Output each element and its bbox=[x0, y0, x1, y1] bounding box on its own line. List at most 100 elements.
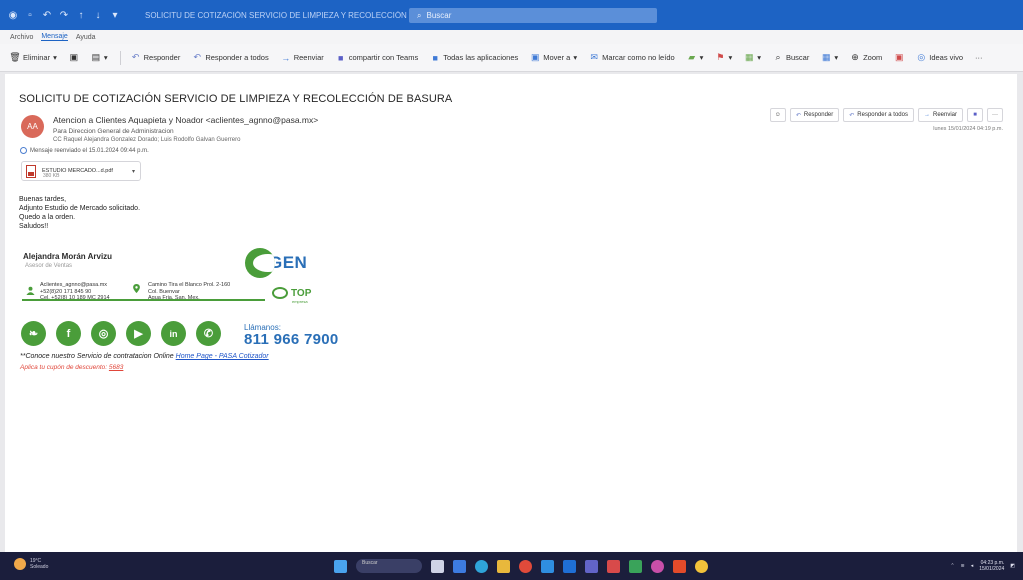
reply-action-button[interactable]: ↶ Responder bbox=[789, 108, 840, 122]
message-date: lunes 15/01/2024 04:19 p.m. bbox=[933, 126, 1003, 132]
maximize-icon[interactable] bbox=[979, 8, 987, 16]
system-tray: ⌃ ≋ ◂ 04:23 p.m. 15/01/2024 ◩ bbox=[950, 560, 1015, 572]
policy-button[interactable]: ▦ ▾ bbox=[744, 52, 761, 63]
promo-text: **Conoce nuestro Servicio de contratacio… bbox=[20, 353, 176, 360]
promo-link[interactable]: Home Page - PASA Cotizador bbox=[176, 353, 269, 360]
contact-email[interactable]: Aclientes_agnno@pasa.mx bbox=[40, 282, 110, 289]
chevron-down-icon: ▾ bbox=[728, 53, 733, 62]
call-number[interactable]: 811 966 7900 bbox=[244, 331, 339, 348]
volume-icon[interactable]: ◂ bbox=[971, 563, 974, 569]
mark-unread-button[interactable]: ✉ Marcar como no leído bbox=[589, 52, 674, 63]
outlook-logo-icon: ◉ bbox=[8, 9, 18, 21]
save-icon[interactable]: ▫ bbox=[25, 10, 35, 21]
report-button[interactable]: ▤ ▾ bbox=[91, 52, 108, 63]
whatsapp-icon[interactable]: ✆ bbox=[196, 321, 221, 346]
leaf-icon[interactable]: ❧ bbox=[21, 321, 46, 346]
wifi-icon[interactable]: ≋ bbox=[961, 563, 965, 569]
attachment-size: 380 KB bbox=[43, 173, 60, 179]
reply-all-icon: ↶ bbox=[849, 112, 855, 119]
tag-icon: ▰ bbox=[688, 52, 696, 62]
minimize-icon[interactable] bbox=[957, 8, 965, 16]
reading-pane: SOLICITU DE COTIZACIÓN SERVICIO DE LIMPI… bbox=[5, 74, 1017, 552]
taskbar-search[interactable]: Buscar bbox=[356, 559, 422, 573]
widgets-icon[interactable] bbox=[453, 559, 466, 573]
notification-icon[interactable]: ◩ bbox=[1010, 563, 1015, 569]
forward-button[interactable]: → Reenviar bbox=[281, 53, 324, 63]
forward-action-button[interactable]: → Reenviar bbox=[917, 108, 963, 122]
move-icon: ▣ bbox=[531, 52, 540, 62]
tab-archivo[interactable]: Archivo bbox=[10, 34, 33, 41]
taskview-icon[interactable] bbox=[431, 559, 444, 573]
tab-ayuda[interactable]: Ayuda bbox=[76, 34, 96, 41]
app-icon[interactable] bbox=[607, 559, 620, 573]
youtube-icon[interactable]: ▶ bbox=[126, 321, 151, 346]
app-icon[interactable] bbox=[695, 559, 708, 573]
chevron-up-icon[interactable]: ⌃ bbox=[950, 563, 954, 569]
facebook-icon[interactable]: f bbox=[56, 321, 81, 346]
instagram-icon[interactable]: ◎ bbox=[91, 321, 116, 346]
chevron-down-icon: ▾ bbox=[834, 53, 839, 62]
weather-widget[interactable]: 19°C Soleado bbox=[14, 558, 48, 570]
all-apps-button[interactable]: ■ Todas las aplicaciones bbox=[430, 52, 519, 63]
cc-line[interactable]: CC Raquel Alejandra Gonzalez Dorado; Lui… bbox=[53, 137, 240, 143]
translate-button[interactable]: ▦ ▾ bbox=[821, 52, 839, 63]
app-icon[interactable] bbox=[673, 559, 686, 573]
reply-all-action-button[interactable]: ↶ Responder a todos bbox=[843, 108, 914, 122]
up-icon[interactable]: ↑ bbox=[76, 10, 86, 21]
coupon-code[interactable]: 5683 bbox=[109, 364, 123, 371]
windows-start-icon[interactable] bbox=[334, 559, 347, 573]
recipient-line[interactable]: Para Direccion General de Administracion bbox=[53, 128, 174, 135]
zoom-button[interactable]: ⊕ Zoom bbox=[850, 52, 882, 63]
apps-icon: ■ bbox=[432, 52, 438, 63]
linkedin-icon[interactable]: in bbox=[161, 321, 186, 346]
app-icon[interactable] bbox=[629, 559, 642, 573]
reply-all-button[interactable]: ↶ Responder a todos bbox=[192, 52, 269, 63]
chrome-icon[interactable] bbox=[519, 559, 532, 573]
sender-line[interactable]: Atencion a Clientes Aquapieta y Noador <… bbox=[53, 115, 318, 125]
ideas-button[interactable]: ◎ Ideas vivo bbox=[916, 52, 963, 63]
address-line: Camino Tira el Blanco Prol. 2-160 bbox=[148, 282, 231, 288]
teams-action-button[interactable]: ■ bbox=[967, 108, 983, 122]
outlook-icon[interactable] bbox=[563, 559, 576, 573]
lightbulb-icon: ◎ bbox=[917, 52, 926, 62]
chevron-down-icon: ▾ bbox=[573, 53, 578, 62]
customize-icon[interactable]: ▾ bbox=[110, 10, 120, 21]
more-actions-button[interactable]: ··· bbox=[987, 108, 1003, 122]
report-icon: ▤ bbox=[91, 52, 101, 62]
attachment-card[interactable]: ESTUDIO MERCADO...d.pdf 380 KB ▾ bbox=[21, 161, 141, 181]
signature-name: Alejandra Morán Arvizu bbox=[23, 252, 113, 261]
emoji-button[interactable]: ☺ bbox=[769, 108, 786, 122]
immersive-reader-button[interactable]: ▣ bbox=[894, 52, 904, 63]
body-line: Buenas tardes, bbox=[19, 196, 67, 203]
close-icon[interactable] bbox=[1001, 8, 1009, 16]
more-button[interactable]: ··· bbox=[975, 53, 983, 62]
sender-avatar[interactable]: AA bbox=[21, 115, 44, 138]
reply-button[interactable]: ↶ Responder bbox=[131, 52, 180, 63]
call-block: Llámanos: 811 966 7900 bbox=[244, 323, 339, 348]
categorize-button[interactable]: ▰ ▾ bbox=[687, 52, 703, 63]
move-button[interactable]: ▣ Mover a ▾ bbox=[530, 52, 578, 63]
find-button[interactable]: ⌕ Buscar bbox=[773, 52, 809, 63]
down-icon[interactable]: ↓ bbox=[93, 10, 103, 21]
archive-button[interactable]: ▣ bbox=[69, 52, 79, 63]
policy-icon: ▦ bbox=[744, 52, 754, 62]
redo-icon[interactable]: ↷ bbox=[59, 10, 69, 21]
share-teams-button[interactable]: ■ compartir con Teams bbox=[336, 53, 418, 63]
chevron-down-icon[interactable]: ▾ bbox=[132, 168, 135, 175]
taskbar-apps: Buscar bbox=[334, 559, 708, 573]
edge-icon[interactable] bbox=[475, 559, 488, 573]
delete-button[interactable]: 🗑 Eliminar ▾ bbox=[9, 52, 57, 63]
app-icon[interactable] bbox=[651, 559, 664, 573]
clock[interactable]: 04:23 p.m. 15/01/2024 bbox=[979, 560, 1004, 572]
forward-icon: → bbox=[281, 52, 291, 63]
search-icon: ⌕ bbox=[417, 10, 422, 20]
search-box[interactable]: ⌕ Buscar bbox=[409, 8, 657, 23]
chevron-down-icon: ▾ bbox=[53, 53, 57, 62]
signature-divider bbox=[22, 299, 265, 301]
tab-mensaje[interactable]: Mensaje bbox=[41, 33, 68, 41]
store-icon[interactable] bbox=[541, 559, 554, 573]
flag-button[interactable]: ⚑ ▾ bbox=[715, 52, 733, 63]
explorer-icon[interactable] bbox=[497, 559, 510, 573]
undo-icon[interactable]: ↶ bbox=[42, 10, 52, 21]
teams-icon[interactable] bbox=[585, 559, 598, 573]
